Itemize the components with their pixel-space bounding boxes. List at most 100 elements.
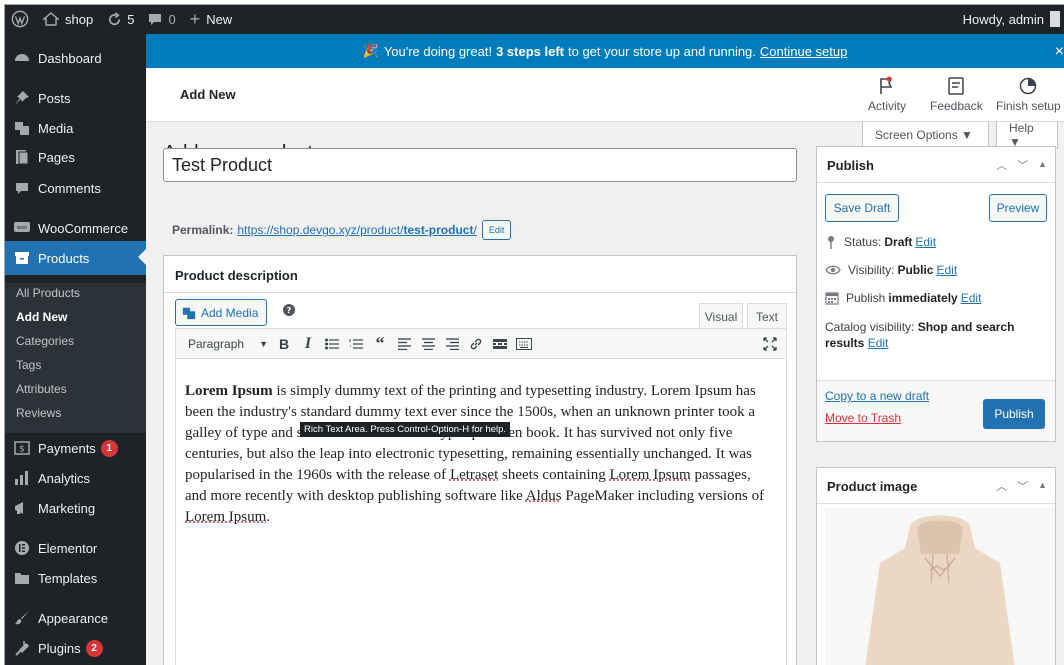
copy-to-draft-link[interactable]: Copy to a new draft <box>825 389 929 403</box>
catalog-edit-link[interactable]: Edit <box>868 336 889 350</box>
align-left-button[interactable] <box>392 333 416 355</box>
comments-link[interactable]: 0 <box>141 4 182 34</box>
sidebar-item-analytics[interactable]: Analytics <box>4 461 146 495</box>
sidebar-item-plugins[interactable]: Plugins 2 <box>4 631 146 665</box>
product-image-thumbnail[interactable] <box>825 508 1055 665</box>
sidebar-item-templates[interactable]: Templates <box>4 561 146 595</box>
visibility-label: Visibility: <box>848 263 895 277</box>
content-text: . <box>266 509 270 525</box>
elementor-icon <box>12 538 32 558</box>
content-text: sheets containing <box>498 467 610 483</box>
numbered-list-button[interactable] <box>344 333 368 355</box>
bulleted-list-button[interactable] <box>320 333 344 355</box>
activity-button[interactable]: Activity <box>868 76 906 113</box>
updates-count: 5 <box>127 11 135 27</box>
svg-text:$: $ <box>19 445 25 455</box>
align-right-icon <box>445 337 459 350</box>
read-more-button[interactable] <box>488 333 512 355</box>
move-to-trash-link[interactable]: Move to Trash <box>825 411 901 425</box>
italic-button[interactable]: I <box>296 333 320 355</box>
sidebar-item-dashboard[interactable]: Dashboard <box>4 41 146 75</box>
sidebar-item-payments[interactable]: $ Payments 1 <box>4 431 146 465</box>
preview-button[interactable]: Preview <box>989 194 1047 222</box>
product-title-input[interactable] <box>163 148 797 182</box>
close-icon[interactable]: × <box>1055 43 1064 61</box>
main-content: Screen Options ▼ Help ▼ Add new product … <box>146 121 1064 665</box>
bold-button[interactable]: B <box>272 333 296 355</box>
permalink-row: Permalink: https://shop.devgo.xyz/produc… <box>172 220 512 240</box>
status-edit-link[interactable]: Edit <box>915 235 936 249</box>
screen-options-button[interactable]: Screen Options ▼ <box>862 122 989 149</box>
publish-date-edit-link[interactable]: Edit <box>961 291 982 305</box>
format-select[interactable]: Paragraph ▼ <box>184 333 272 355</box>
sidebar-item-comments[interactable]: Comments <box>4 171 146 205</box>
publish-actions: Copy to a new draft Move to Trash Publis… <box>817 380 1055 441</box>
toolbar-toggle-button[interactable] <box>512 333 536 355</box>
quote-icon: “ <box>375 333 385 353</box>
submenu-reviews[interactable]: Reviews <box>16 406 61 420</box>
sidebar-label: Templates <box>38 570 98 586</box>
my-account-menu[interactable]: Howdy, admin <box>963 4 1064 34</box>
submenu-attributes[interactable]: Attributes <box>16 382 67 396</box>
woocommerce-icon: woo <box>12 218 32 238</box>
submenu-tags[interactable]: Tags <box>16 358 41 372</box>
permalink-edit-button[interactable]: Edit <box>481 220 512 240</box>
chevron-up-icon[interactable]: ︿ <box>996 478 1007 494</box>
eye-icon <box>825 265 841 275</box>
visibility-edit-link[interactable]: Edit <box>936 263 957 277</box>
sidebar-item-elementor[interactable]: Elementor <box>4 531 146 565</box>
chevron-down-icon[interactable]: ﹀ <box>1017 157 1028 173</box>
submenu-categories[interactable]: Categories <box>16 334 74 348</box>
submenu-add-new[interactable]: Add New <box>16 310 67 324</box>
divider <box>817 182 1055 183</box>
tab-visual[interactable]: Visual <box>699 303 743 329</box>
sidebar-item-products[interactable]: Products <box>4 241 146 275</box>
paintbrush-icon <box>12 608 32 628</box>
sidebar-item-woocommerce[interactable]: woo WooCommerce <box>4 211 146 245</box>
submenu-all-products[interactable]: All Products <box>16 286 80 300</box>
publish-button[interactable]: Publish <box>983 399 1045 429</box>
publish-date-value: immediately <box>888 291 958 305</box>
site-name-link[interactable]: shop <box>36 4 100 34</box>
continue-setup-link[interactable]: Continue setup <box>760 44 847 59</box>
align-right-button[interactable] <box>440 333 464 355</box>
avatar <box>1050 11 1060 27</box>
bold-icon: B <box>278 335 290 352</box>
tab-text[interactable]: Text <box>747 303 787 329</box>
help-button[interactable]: Help ▼ <box>996 121 1058 149</box>
content-misspelled: Lorem Ipsum <box>185 509 267 525</box>
editor-content[interactable]: Lorem Ipsum is simply dummy text of the … <box>185 381 775 528</box>
triangle-up-icon[interactable]: ▲ <box>1038 159 1047 173</box>
insert-link-button[interactable] <box>464 333 488 355</box>
save-draft-button[interactable]: Save Draft <box>825 194 899 222</box>
distraction-free-button[interactable] <box>758 333 782 355</box>
wordpress-logo-icon[interactable] <box>4 4 36 34</box>
updates-link[interactable]: 5 <box>100 4 141 34</box>
sidebar-item-marketing[interactable]: Marketing <box>4 491 146 525</box>
content-misspelled: Lorem Ipsum <box>609 467 691 483</box>
notice-text-after: to get your store up and running. <box>568 43 756 59</box>
site-name: shop <box>65 11 94 27</box>
permalink-link[interactable]: https://shop.devgo.xyz/product/test-prod… <box>237 223 476 237</box>
plus-icon: + <box>189 9 201 29</box>
megaphone-icon <box>12 498 32 518</box>
publish-box: Publish ︿ ﹀ ▲ Save Draft Preview Status:… <box>816 146 1056 442</box>
progress-circle-icon <box>1020 77 1037 95</box>
help-icon[interactable]: ? <box>282 303 296 317</box>
chevron-up-icon[interactable]: ︿ <box>996 157 1007 173</box>
blockquote-button[interactable]: “ <box>368 333 392 355</box>
feedback-button[interactable]: Feedback <box>930 76 983 113</box>
new-content-link[interactable]: + New <box>183 4 240 34</box>
finish-setup-button[interactable]: Finish setup <box>996 76 1061 113</box>
plug-icon <box>12 638 32 658</box>
sidebar-item-pages[interactable]: Pages <box>4 140 146 174</box>
editor-tooltip: Rich Text Area. Press Control-Option-H f… <box>300 422 511 437</box>
sidebar-item-posts[interactable]: Posts <box>4 81 146 115</box>
chevron-down-icon[interactable]: ﹀ <box>1017 478 1028 494</box>
archive-icon <box>12 248 32 268</box>
triangle-up-icon[interactable]: ▲ <box>1038 480 1047 494</box>
add-media-button[interactable]: Add Media <box>175 299 268 326</box>
admin-sidebar: Dashboard Posts Media Pages Comments woo… <box>4 34 146 665</box>
align-center-button[interactable] <box>416 333 440 355</box>
sidebar-item-appearance[interactable]: Appearance <box>4 601 146 635</box>
